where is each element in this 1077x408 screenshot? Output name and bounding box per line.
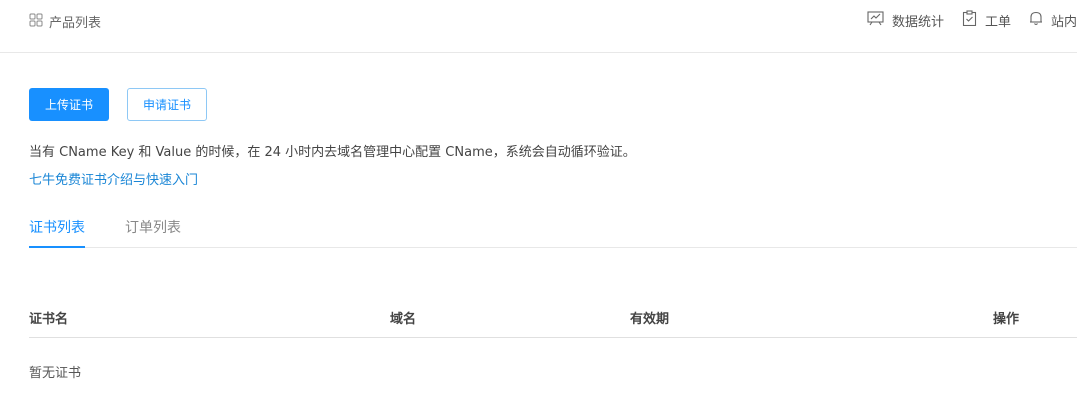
cname-notice-text: 当有 CName Key 和 Value 的时候，在 24 小时内去域名管理中心…	[29, 145, 636, 160]
active-tab-indicator	[29, 246, 85, 248]
clipboard-check-icon	[962, 10, 985, 30]
upload-certificate-button[interactable]: 上传证书	[29, 88, 109, 121]
column-certificate-name: 证书名	[29, 312, 69, 327]
column-validity: 有效期	[630, 312, 670, 327]
top-right-nav: 数据统计 工单 站内	[849, 10, 1077, 30]
certificate-table-header: 证书名 域名 有效期 操作	[29, 296, 1077, 338]
data-stats-label: 数据统计	[891, 14, 944, 30]
product-list-label: 产品列表	[49, 16, 102, 31]
apply-certificate-button[interactable]: 申请证书	[127, 88, 207, 121]
data-stats-link[interactable]: 数据统计	[867, 10, 944, 30]
free-certificate-intro-link[interactable]: 七牛免费证书介绍与快速入门	[29, 169, 198, 188]
messages-label: 站内	[1050, 14, 1077, 30]
tab-certificate-list[interactable]: 证书列表	[29, 217, 85, 237]
empty-state-text: 暂无证书	[29, 366, 82, 381]
top-bar: 产品列表 数据统计 工单 站内	[0, 0, 1077, 53]
chart-board-icon	[867, 10, 892, 30]
messages-link[interactable]: 站内	[1029, 10, 1077, 30]
bell-icon	[1029, 10, 1051, 30]
tab-order-list[interactable]: 订单列表	[125, 217, 181, 237]
product-list-menu[interactable]: 产品列表	[29, 12, 101, 31]
ticket-link[interactable]: 工单	[962, 10, 1011, 30]
column-domain: 域名	[390, 312, 417, 327]
column-actions: 操作	[993, 312, 1020, 327]
certificate-tabs: 证书列表 订单列表	[29, 207, 1077, 248]
ticket-label: 工单	[984, 14, 1011, 30]
grid-icon	[29, 13, 49, 31]
